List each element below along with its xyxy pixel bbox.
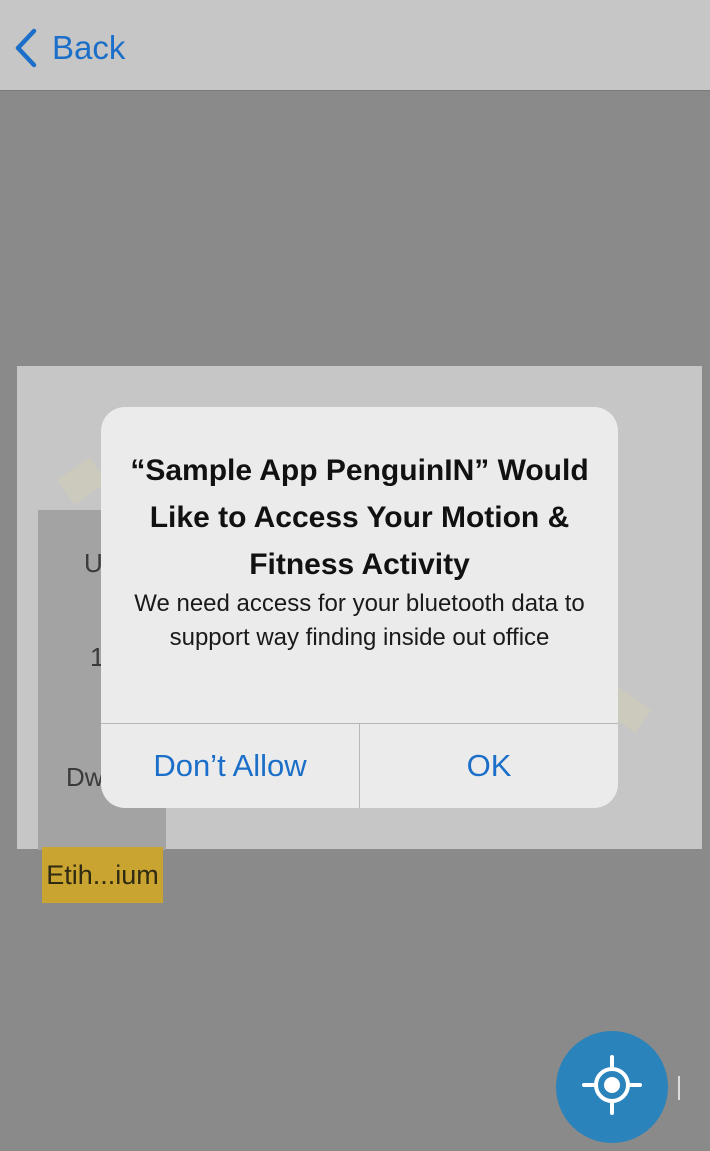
alert-actions: Don’t Allow OK bbox=[101, 723, 618, 808]
map-decoration bbox=[57, 457, 107, 505]
dont-allow-button[interactable]: Don’t Allow bbox=[101, 724, 359, 808]
map-room-footer: Dw bbox=[66, 762, 104, 792]
ok-button[interactable]: OK bbox=[359, 724, 618, 808]
scroll-indicator bbox=[678, 1076, 680, 1100]
permission-alert: “Sample App PenguinIN” Would Like to Acc… bbox=[101, 407, 618, 808]
poi-label[interactable]: Etih...ium bbox=[42, 847, 163, 903]
map-room-text: U bbox=[84, 548, 103, 578]
back-button[interactable]: Back bbox=[14, 24, 125, 72]
back-label: Back bbox=[52, 29, 126, 66]
alert-message: We need access for your bluetooth data t… bbox=[134, 590, 585, 651]
chevron-left-icon bbox=[14, 28, 38, 68]
alert-title: “Sample App PenguinIN” Would Like to Acc… bbox=[130, 454, 589, 581]
crosshair-location-icon bbox=[582, 1054, 642, 1120]
navigation-bar: Back bbox=[0, 0, 710, 91]
locate-me-button[interactable] bbox=[556, 1031, 668, 1143]
